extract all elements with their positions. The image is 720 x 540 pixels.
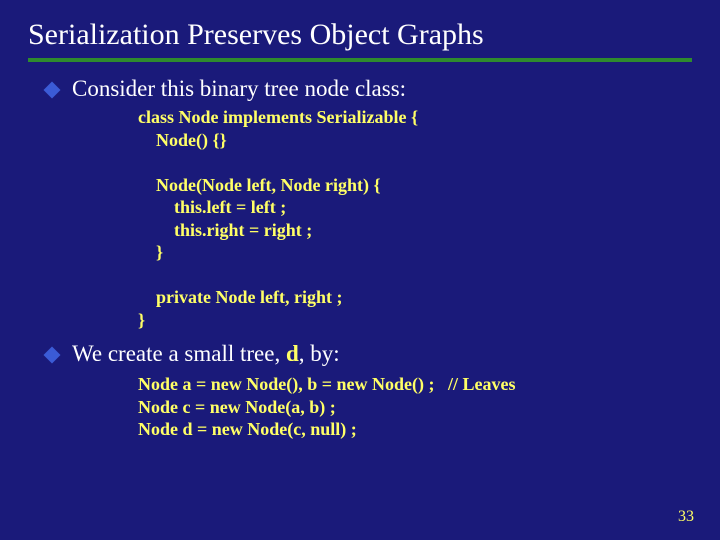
page-number: 33 (678, 508, 694, 526)
slide-title: Serialization Preserves Object Graphs (28, 18, 692, 52)
code-line: class Node implements Serializable { (138, 107, 418, 127)
bullet-2-post: , by: (299, 341, 340, 366)
code-line: Node c = new Node(a, b) ; (138, 397, 336, 417)
code-line: this.right = right ; (138, 220, 312, 240)
code-block-1: class Node implements Serializable { Nod… (138, 106, 692, 331)
diamond-icon (44, 82, 61, 99)
bullet-2-text: We create a small tree, d, by: (72, 341, 340, 367)
code-block-2: Node a = new Node(), b = new Node() ; //… (138, 373, 692, 441)
bullet-2-var: d (286, 341, 299, 366)
code-line: this.left = left ; (138, 197, 286, 217)
bullet-1-text: Consider this binary tree node class: (72, 76, 406, 102)
code-line: Node(Node left, Node right) { (138, 175, 381, 195)
code-line: } (138, 310, 145, 330)
code-line: } (138, 242, 163, 262)
diamond-icon (44, 347, 61, 364)
code-line: Node() {} (138, 130, 227, 150)
bullet-2-pre: We create a small tree, (72, 341, 286, 366)
bullet-1: Consider this binary tree node class: (46, 76, 692, 102)
slide: Serialization Preserves Object Graphs Co… (0, 0, 720, 540)
code-comment: // Leaves (448, 374, 516, 394)
title-rule (28, 58, 692, 62)
code-line: Node d = new Node(c, null) ; (138, 419, 357, 439)
code-line: private Node left, right ; (138, 287, 342, 307)
code-line: Node a = new Node(), b = new Node() ; (138, 374, 448, 394)
bullet-2: We create a small tree, d, by: (46, 341, 692, 367)
